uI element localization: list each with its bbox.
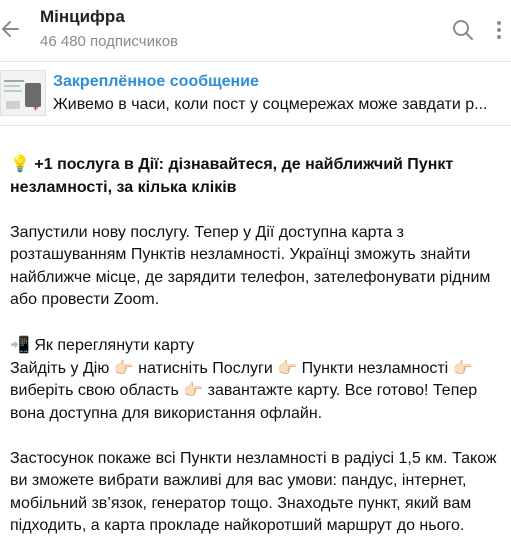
channel-title[interactable]: Мінцифра	[40, 7, 125, 27]
mobile-phone-icon: 📲	[10, 335, 30, 354]
message-steps: Зайдіть у Дію 👉🏻 натисніть Послуги 👉🏻 Пу…	[10, 359, 478, 422]
lightbulb-icon: 💡	[10, 154, 30, 173]
chat-header: Мінцифра 46 480 подписчиков	[0, 0, 511, 60]
arrow-left-icon	[2, 21, 19, 37]
pinned-preview-text: Живемо в часи, коли пост у соцмережах мо…	[53, 96, 488, 113]
pinned-thumbnail: +	[0, 70, 46, 116]
subscriber-count: 46 480 подписчиков	[40, 33, 179, 50]
back-button[interactable]	[0, 16, 22, 42]
message-paragraph-3: Застосунок покаже всі Пункти незламності…	[10, 449, 497, 535]
message-title: +1 послуга в Дії: дізнавайтеся, де найбл…	[10, 156, 454, 196]
pinned-label: Закреплённое сообщение	[53, 73, 259, 90]
search-icon	[453, 20, 473, 40]
search-button[interactable]	[451, 18, 475, 42]
more-button[interactable]	[492, 18, 511, 42]
more-vertical-icon	[497, 21, 501, 39]
message-title-line: 💡 +1 послуга в Дії: дізнавайтеся, де най…	[10, 153, 510, 199]
message-body: 💡 +1 послуга в Дії: дізнавайтеся, де най…	[10, 153, 510, 538]
how-to-title: Як переглянути карту	[34, 337, 195, 354]
pinned-message-bar[interactable]: + Закреплённое сообщение Живемо в часи, …	[0, 61, 511, 126]
how-to-heading: 📲 Як переглянути карту	[10, 334, 510, 358]
message-paragraph-1: Запустили нову послугу. Тепер у Дії дост…	[10, 223, 491, 309]
